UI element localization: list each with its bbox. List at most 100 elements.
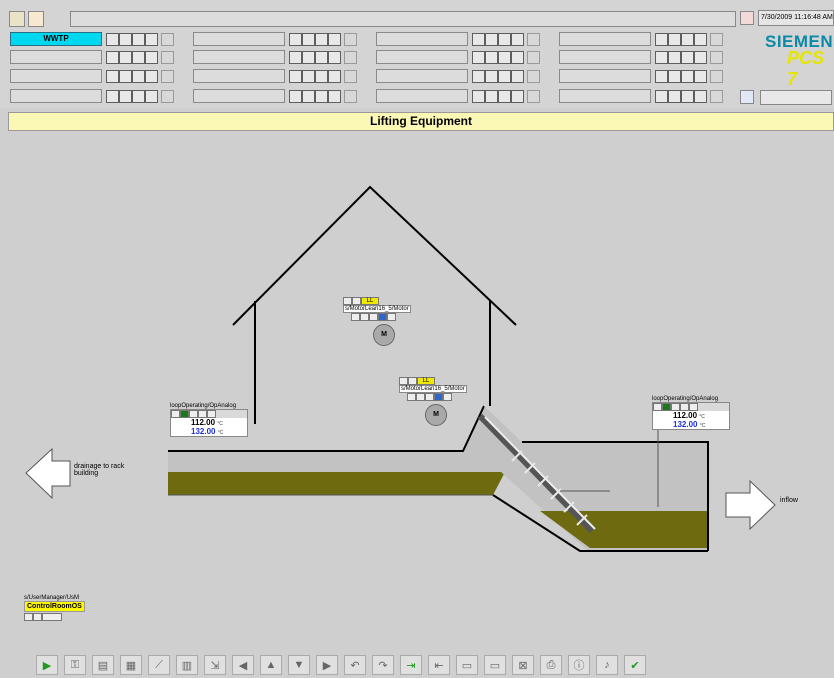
play-icon[interactable]: ▶ — [36, 655, 58, 675]
area-lock-icon[interactable] — [527, 69, 540, 83]
area-name[interactable] — [10, 69, 102, 83]
area-slot[interactable] — [193, 31, 357, 47]
inflow-label: inflow — [780, 497, 798, 504]
folder-icon[interactable] — [9, 11, 25, 27]
area-slot[interactable] — [10, 49, 174, 65]
motor-block-1[interactable]: LL s/MotorLean16_5/Motor M — [343, 297, 411, 346]
area-name[interactable] — [376, 69, 468, 83]
area-name[interactable] — [559, 89, 651, 103]
area-name[interactable] — [559, 50, 651, 64]
area-name[interactable] — [376, 50, 468, 64]
window2-icon[interactable]: ▭ — [484, 655, 506, 675]
status-cell — [328, 69, 341, 83]
area-lock-icon[interactable] — [527, 50, 540, 64]
alarm-warning-icon[interactable] — [28, 11, 44, 27]
area-lock-icon[interactable] — [161, 69, 174, 83]
export-icon[interactable]: ⇲ — [204, 655, 226, 675]
area-slot[interactable] — [10, 88, 174, 104]
area-name[interactable] — [376, 89, 468, 103]
calendar-icon[interactable] — [740, 11, 754, 25]
area-lock-icon[interactable] — [527, 89, 540, 103]
area-name[interactable] — [376, 32, 468, 46]
area-name[interactable] — [193, 69, 285, 83]
motor-symbol[interactable]: M — [425, 404, 447, 426]
area-lock-icon[interactable] — [527, 32, 540, 46]
area-slot[interactable] — [193, 88, 357, 104]
area-lock-icon[interactable] — [710, 69, 723, 83]
area-slot[interactable] — [376, 88, 540, 104]
message-line[interactable] — [70, 11, 736, 27]
analog-value-2: 132.00 — [673, 420, 698, 429]
area-slot[interactable] — [193, 49, 357, 65]
status-cell — [485, 89, 498, 103]
arrow-right-icon[interactable]: ▶ — [316, 655, 338, 675]
page-title: Lifting Equipment — [8, 112, 834, 131]
arrow-left-icon[interactable]: ◀ — [232, 655, 254, 675]
area-slot[interactable] — [193, 68, 357, 84]
area-slot[interactable] — [559, 31, 723, 47]
area-lock-icon[interactable] — [710, 50, 723, 64]
folder-icon[interactable]: ▤ — [92, 655, 114, 675]
area-slot[interactable]: WWTP — [10, 31, 174, 47]
area-name[interactable]: WWTP — [10, 32, 102, 46]
area-slot[interactable] — [559, 68, 723, 84]
status-cell — [119, 50, 132, 64]
status-cell — [472, 89, 485, 103]
area-name[interactable] — [193, 89, 285, 103]
area-lock-icon[interactable] — [344, 89, 357, 103]
area-lock-icon[interactable] — [161, 50, 174, 64]
login-field[interactable] — [760, 90, 832, 105]
area-slot[interactable] — [559, 49, 723, 65]
area-lock-icon[interactable] — [344, 32, 357, 46]
redo-icon[interactable]: ↷ — [372, 655, 394, 675]
area-lock-icon[interactable] — [161, 32, 174, 46]
trend-icon[interactable]: ⟋ — [148, 655, 170, 675]
bottom-toolbar: ▶ ⚿ ▤ ▦ ⟋ ▥ ⇲ ◀ ▲ ▼ ▶ ↶ ↷ ⇥ ⇤ ▭ ▭ ⊠ ⎙ ⓘ ♪ ✔ — [0, 652, 834, 678]
info-icon[interactable]: ⓘ — [568, 655, 590, 675]
status-cell — [668, 32, 681, 46]
status-cell — [681, 32, 694, 46]
report-icon[interactable]: ▦ — [120, 655, 142, 675]
area-slot[interactable] — [376, 49, 540, 65]
status-cell — [681, 89, 694, 103]
window-close-icon[interactable]: ⊠ — [512, 655, 534, 675]
area-name[interactable] — [10, 50, 102, 64]
area-slot[interactable] — [376, 31, 540, 47]
undo-icon[interactable]: ↶ — [344, 655, 366, 675]
print-icon[interactable]: ⎙ — [540, 655, 562, 675]
window-icon[interactable]: ▭ — [456, 655, 478, 675]
area-name[interactable] — [559, 69, 651, 83]
motor-block-2[interactable]: LL s/MotorLean16_5/Motor M — [399, 377, 467, 426]
user-manager-block[interactable]: s/UserManager/UsM ControlRoomOS — [24, 595, 85, 621]
analog-block-right[interactable]: loopOperating/OpAnalog 112.00 °C 132.00 … — [652, 396, 730, 430]
area-lock-icon[interactable] — [710, 89, 723, 103]
analog-block-left[interactable]: loopOperating/OpAnalog 112.00 °C 132.00 … — [170, 403, 248, 437]
area-name[interactable] — [193, 32, 285, 46]
thermometer-icon[interactable]: ▥ — [176, 655, 198, 675]
area-lock-icon[interactable] — [344, 50, 357, 64]
checkmark-icon[interactable]: ✔ — [624, 655, 646, 675]
status-cell — [655, 50, 668, 64]
area-slot[interactable] — [10, 68, 174, 84]
status-cell — [106, 89, 119, 103]
status-cell — [655, 32, 668, 46]
sound-icon[interactable]: ♪ — [596, 655, 618, 675]
key-icon[interactable]: ⚿ — [64, 655, 86, 675]
area-name[interactable] — [10, 89, 102, 103]
area-slot[interactable] — [376, 68, 540, 84]
status-cell — [106, 69, 119, 83]
status-cell — [302, 89, 315, 103]
logout-icon[interactable]: ⇤ — [428, 655, 450, 675]
area-lock-icon[interactable] — [161, 89, 174, 103]
motor-tag: s/MotorLean16_5/Motor — [399, 385, 467, 393]
login-icon[interactable]: ⇥ — [400, 655, 422, 675]
keyboard-icon[interactable] — [740, 90, 754, 104]
area-name[interactable] — [193, 50, 285, 64]
motor-symbol[interactable]: M — [373, 324, 395, 346]
area-slot[interactable] — [559, 88, 723, 104]
arrow-up-icon[interactable]: ▲ — [260, 655, 282, 675]
area-lock-icon[interactable] — [344, 69, 357, 83]
area-name[interactable] — [559, 32, 651, 46]
arrow-down-icon[interactable]: ▼ — [288, 655, 310, 675]
area-lock-icon[interactable] — [710, 32, 723, 46]
